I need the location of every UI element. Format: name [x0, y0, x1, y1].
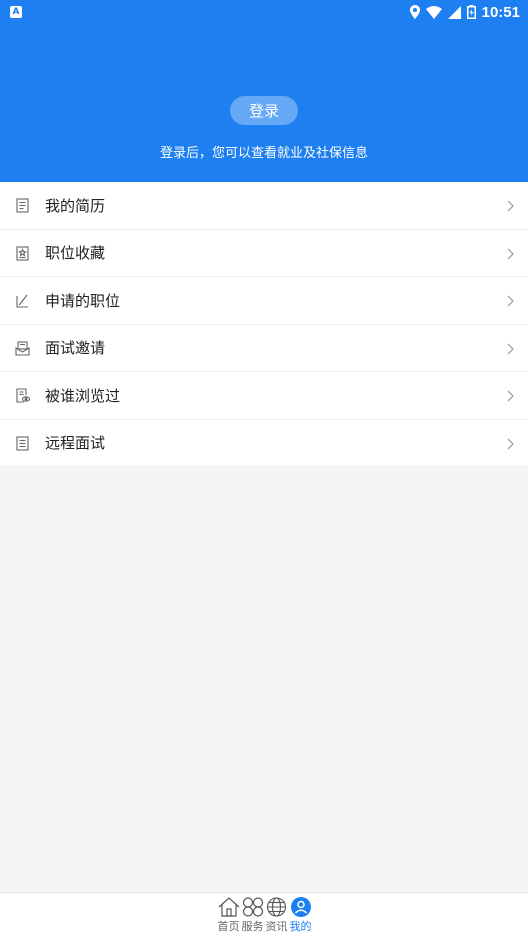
- tab-services[interactable]: 服务: [241, 897, 264, 937]
- status-bar: A 10:51: [0, 0, 528, 24]
- profile-menu: 我的简历 职位收藏 申请的职位 面试邀请 被谁浏览过 远程面试: [0, 182, 528, 467]
- services-icon: [242, 897, 263, 917]
- favorite-icon: [15, 245, 30, 261]
- login-hint-text: 登录后，您可以查看就业及社保信息: [159, 146, 368, 161]
- tab-label: 服务: [241, 920, 264, 933]
- menu-item-label: 职位收藏: [45, 244, 106, 263]
- location-icon: [409, 5, 420, 19]
- tab-home[interactable]: 首页: [217, 897, 240, 937]
- menu-item-label: 被谁浏览过: [45, 386, 121, 405]
- login-button[interactable]: 登录: [230, 96, 298, 125]
- tab-label: 我的: [289, 920, 312, 933]
- profile-header: 登录 登录后，您可以查看就业及社保信息: [0, 24, 528, 182]
- chevron-right-icon: [507, 438, 514, 449]
- viewed-icon: [15, 388, 30, 403]
- menu-item-viewed-by[interactable]: 被谁浏览过: [0, 372, 528, 420]
- chevron-right-icon: [507, 295, 514, 307]
- menu-item-label: 面试邀请: [45, 339, 106, 358]
- signal-icon: [447, 5, 461, 19]
- notification-badge-label: A: [12, 6, 20, 17]
- remote-interview-icon: [15, 435, 30, 451]
- tab-mine[interactable]: 我的: [289, 897, 312, 937]
- notification-icon: A: [10, 6, 22, 18]
- menu-item-applied-jobs[interactable]: 申请的职位: [0, 277, 528, 325]
- tab-news[interactable]: 资讯: [265, 897, 288, 937]
- apply-icon: [15, 293, 30, 308]
- menu-item-interview-invites[interactable]: 面试邀请: [0, 324, 528, 372]
- invite-icon: [15, 340, 30, 356]
- chevron-right-icon: [507, 343, 514, 354]
- resume-icon: [15, 198, 30, 213]
- clock: 10:51: [481, 3, 520, 21]
- tab-label: 首页: [217, 920, 240, 933]
- menu-item-label: 申请的职位: [45, 291, 121, 310]
- user-icon: [290, 897, 311, 917]
- globe-icon: [266, 897, 287, 917]
- battery-icon: [466, 5, 476, 19]
- chevron-right-icon: [507, 390, 514, 402]
- tab-label: 资讯: [265, 920, 288, 933]
- bottom-navigation: 首页 服务 资讯 我的: [0, 892, 528, 938]
- chevron-right-icon: [507, 248, 514, 259]
- chevron-right-icon: [507, 200, 514, 212]
- menu-item-favorites[interactable]: 职位收藏: [0, 229, 528, 277]
- menu-item-label: 远程面试: [45, 434, 106, 453]
- menu-item-remote-interview[interactable]: 远程面试: [0, 419, 528, 467]
- menu-item-resume[interactable]: 我的简历: [0, 182, 528, 230]
- home-icon: [218, 897, 239, 917]
- menu-item-label: 我的简历: [45, 196, 106, 215]
- wifi-icon: [425, 5, 442, 19]
